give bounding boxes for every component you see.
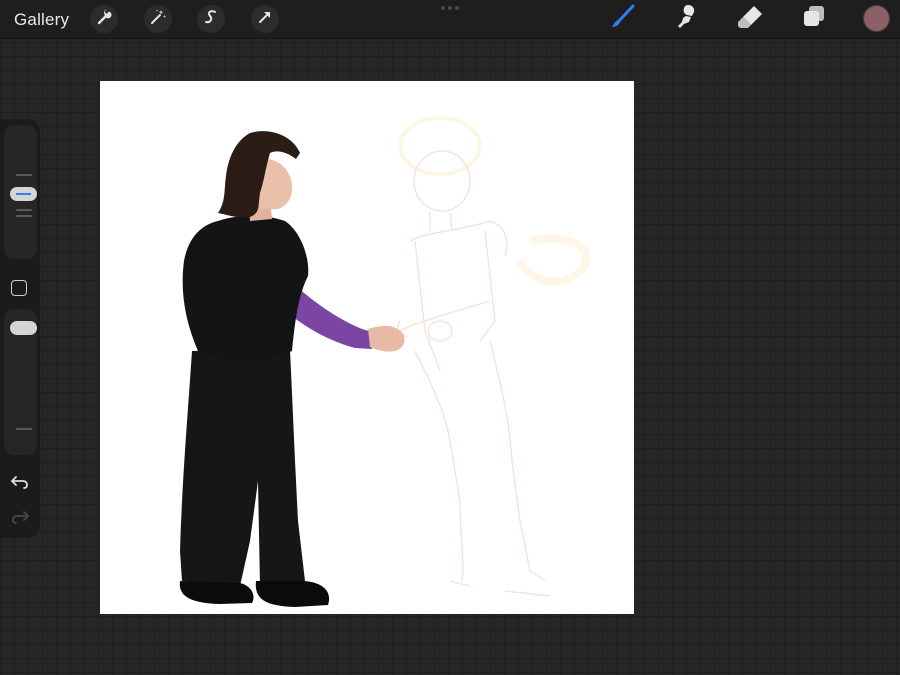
gallery-button[interactable]: Gallery xyxy=(14,10,69,30)
artwork xyxy=(179,116,591,607)
slider-tick xyxy=(16,174,32,176)
opacity-slider[interactable] xyxy=(4,309,37,455)
color-swatch[interactable] xyxy=(863,5,890,32)
adjustments-button[interactable] xyxy=(144,5,172,33)
transform-arrow-icon xyxy=(256,8,274,31)
faint-sketch-figure xyxy=(397,116,591,597)
left-sidebar xyxy=(0,119,40,538)
brush-icon xyxy=(607,3,637,36)
opacity-slider-thumb[interactable] xyxy=(10,321,37,335)
smudge-tool-button[interactable] xyxy=(671,3,701,36)
eraser-icon xyxy=(735,3,765,36)
size-slider-thumb[interactable] xyxy=(10,187,37,201)
slider-tick xyxy=(16,209,32,211)
eraser-tool-button[interactable] xyxy=(735,5,765,33)
layers-icon xyxy=(799,3,829,36)
smudge-icon xyxy=(671,3,701,36)
drag-handle[interactable] xyxy=(441,6,459,10)
undo-icon xyxy=(10,476,30,495)
wrench-icon xyxy=(95,8,113,31)
drawing-canvas[interactable] xyxy=(100,81,634,614)
selection-button[interactable] xyxy=(197,5,225,33)
selection-s-icon xyxy=(202,8,220,31)
magic-wand-icon xyxy=(149,8,167,31)
top-toolbar: Gallery xyxy=(0,0,900,39)
layers-button[interactable] xyxy=(799,5,829,33)
modify-button[interactable] xyxy=(11,280,27,296)
slider-tick xyxy=(16,215,32,217)
actions-button[interactable] xyxy=(90,5,118,33)
redo-button[interactable] xyxy=(10,508,30,526)
brush-tool-button[interactable] xyxy=(607,3,637,36)
slider-tick xyxy=(16,428,32,430)
painted-figure xyxy=(179,131,405,607)
brush-size-slider[interactable] xyxy=(4,125,37,259)
undo-button[interactable] xyxy=(10,473,30,491)
transform-button[interactable] xyxy=(251,5,279,33)
redo-icon xyxy=(10,511,30,530)
